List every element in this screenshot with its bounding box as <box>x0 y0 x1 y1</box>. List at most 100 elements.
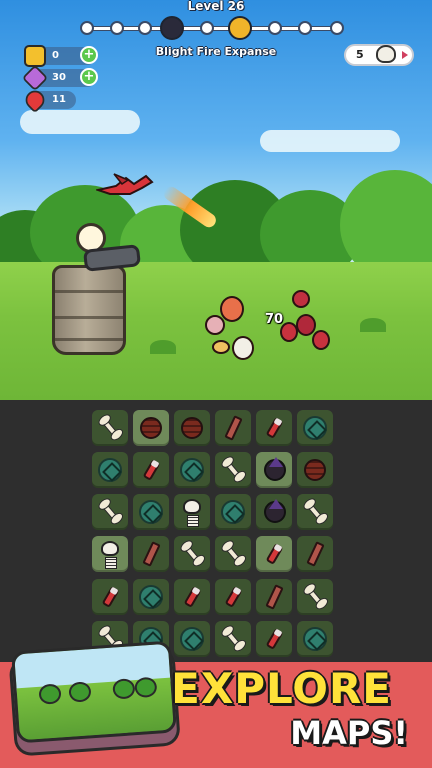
barrel-item-icon <box>181 417 203 439</box>
enemy-skeleton <box>232 336 254 360</box>
grid-cell[interactable] <box>133 410 169 446</box>
grid-cell[interactable] <box>256 494 292 531</box>
plank-item-icon <box>306 541 325 568</box>
gem-counter: 30 + <box>21 64 98 92</box>
grid-cell[interactable] <box>133 578 169 615</box>
plank-item-icon <box>224 415 243 441</box>
tube-item-icon <box>224 585 243 608</box>
tube-item-icon <box>183 585 202 608</box>
grid-cell[interactable] <box>174 536 210 573</box>
cloud <box>260 130 400 152</box>
grid-cell[interactable] <box>92 410 128 446</box>
enemy-imp <box>292 290 310 308</box>
coin-item-icon <box>98 458 122 483</box>
player-tower <box>46 223 141 360</box>
grid-cell[interactable] <box>174 620 210 657</box>
grid-cell[interactable] <box>174 494 210 531</box>
coin-item-icon <box>139 584 163 609</box>
enemy-barrel-carrier <box>220 296 244 322</box>
coin-item-icon <box>180 626 204 651</box>
grid-cell[interactable] <box>297 536 333 573</box>
map-card-illustration <box>10 640 178 744</box>
kill-counter[interactable]: 5 <box>344 44 414 66</box>
tube-item-icon <box>142 459 161 482</box>
coin-item-icon <box>139 500 163 525</box>
gold-value: 0 <box>52 50 59 61</box>
witch-item-icon <box>264 457 286 482</box>
tube-item-icon <box>101 585 120 608</box>
skeleton-item-icon <box>183 499 201 528</box>
gold-coin-icon <box>24 45 46 67</box>
grid-cell[interactable] <box>215 410 251 446</box>
grid-cell[interactable] <box>215 536 251 573</box>
enemy-imp <box>296 314 316 336</box>
merge-grid <box>92 410 340 658</box>
lives-value: 11 <box>52 94 66 105</box>
grid-cell[interactable] <box>92 536 128 573</box>
progress-node <box>110 21 124 35</box>
damage-number: 70 <box>265 312 284 327</box>
grid-cell[interactable] <box>92 578 128 615</box>
plank-item-icon <box>265 583 284 610</box>
grid-cell[interactable] <box>133 494 169 531</box>
grid-cell[interactable] <box>256 452 292 489</box>
grid-cell[interactable] <box>297 620 333 657</box>
boss-skull-node-icon <box>160 16 184 40</box>
add-gold-button[interactable]: + <box>80 46 98 64</box>
grid-cell[interactable] <box>133 536 169 573</box>
bone-item-icon <box>182 544 202 565</box>
add-gems-button[interactable]: + <box>80 68 98 86</box>
progress-node <box>200 21 214 35</box>
grid-cell[interactable] <box>256 410 292 446</box>
grid-cell[interactable] <box>215 620 251 657</box>
plank-item-icon <box>142 541 161 568</box>
cloud <box>20 110 140 134</box>
grid-cell[interactable] <box>215 494 251 531</box>
grid-cell[interactable] <box>215 578 251 615</box>
grid-cell[interactable] <box>92 494 128 531</box>
promo-subheadline: MAPS! <box>290 714 408 752</box>
bone-item-icon <box>223 544 243 565</box>
grid-cell[interactable] <box>174 452 210 489</box>
bone-item-icon <box>223 459 243 481</box>
lives-counter: 11 <box>21 86 76 114</box>
barrel-item-icon <box>140 417 162 439</box>
arrow-right-icon <box>402 51 408 59</box>
gold-counter: 0 + <box>24 45 98 67</box>
grid-cell[interactable] <box>133 452 169 489</box>
bone-item-icon <box>305 586 325 608</box>
grid-cell[interactable] <box>297 494 333 531</box>
tube-item-icon <box>265 627 284 650</box>
witch-item-icon <box>264 499 286 524</box>
coin-item-icon <box>180 458 204 483</box>
bone-item-icon <box>305 501 325 523</box>
grass-tuft <box>150 340 176 354</box>
skull-icon <box>376 45 396 63</box>
progress-node <box>138 21 152 35</box>
coin-item-icon <box>221 500 245 525</box>
coin-item-icon <box>303 626 327 651</box>
progress-node <box>268 21 282 35</box>
grid-cell[interactable] <box>215 452 251 489</box>
enemy-mushroom <box>212 340 230 354</box>
grid-cell[interactable] <box>92 452 128 489</box>
level-progress-track <box>80 16 348 40</box>
progress-node <box>330 21 344 35</box>
tube-item-icon <box>265 417 284 439</box>
kill-count: 5 <box>356 48 364 61</box>
enemy-imp <box>312 330 330 350</box>
grid-cell[interactable] <box>256 536 292 573</box>
grid-cell[interactable] <box>297 578 333 615</box>
grid-cell[interactable] <box>256 620 292 657</box>
enemy-minion <box>205 315 225 335</box>
grid-cell[interactable] <box>256 578 292 615</box>
gem-value: 30 <box>52 72 66 83</box>
grid-cell[interactable] <box>174 578 210 615</box>
grid-cell[interactable] <box>174 410 210 446</box>
grid-cell[interactable] <box>297 452 333 489</box>
coin-item-icon <box>303 416 327 440</box>
barrel-item-icon <box>304 459 326 482</box>
skeleton-item-icon <box>101 541 119 570</box>
grid-cell[interactable] <box>297 410 333 446</box>
progress-node <box>80 21 94 35</box>
